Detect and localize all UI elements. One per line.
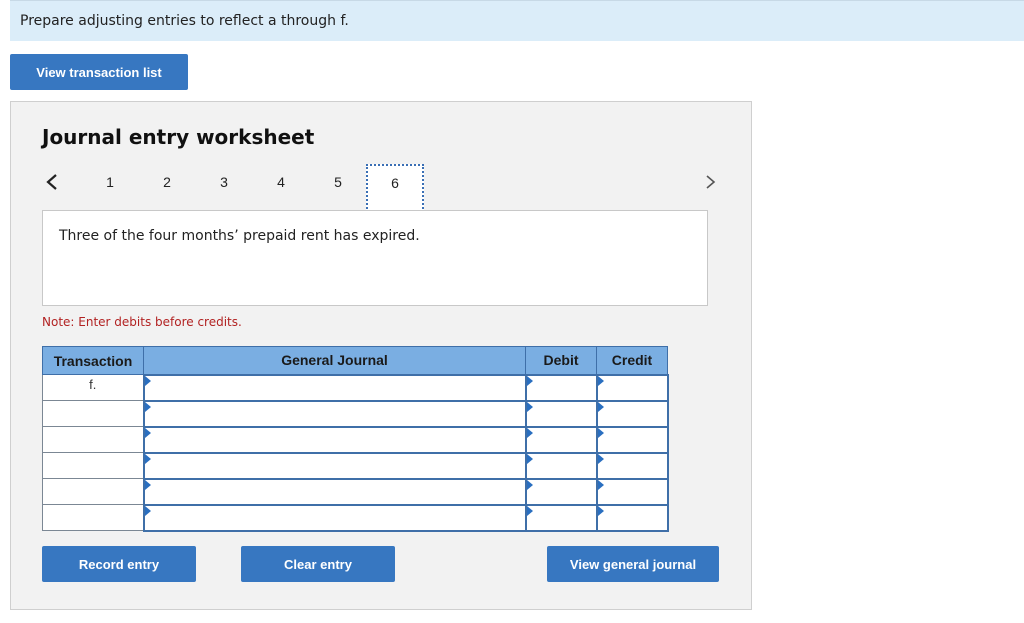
account-input[interactable] xyxy=(142,425,527,454)
transaction-cell xyxy=(42,478,144,505)
credit-input[interactable] xyxy=(595,425,669,454)
debit-input[interactable] xyxy=(524,373,598,402)
page-1[interactable]: 1 xyxy=(100,174,120,190)
transaction-cell: f. xyxy=(42,374,144,401)
worksheet-title: Journal entry worksheet xyxy=(42,125,315,149)
debit-input[interactable] xyxy=(524,399,598,428)
clear-entry-button[interactable]: Clear entry xyxy=(241,546,395,582)
transaction-description: Three of the four months’ prepaid rent h… xyxy=(59,228,420,244)
record-entry-button[interactable]: Record entry xyxy=(42,546,196,582)
transaction-cell xyxy=(42,426,144,453)
debit-input[interactable] xyxy=(524,477,598,506)
credit-input[interactable] xyxy=(595,373,669,402)
transaction-cell xyxy=(42,504,144,531)
table-row xyxy=(42,477,669,506)
table-row xyxy=(42,451,669,480)
header-general-journal: General Journal xyxy=(143,346,526,375)
credit-input[interactable] xyxy=(595,477,669,506)
transaction-cell xyxy=(42,400,144,427)
transaction-description-box: Three of the four months’ prepaid rent h… xyxy=(42,210,708,306)
page-5[interactable]: 5 xyxy=(328,174,348,190)
account-input[interactable] xyxy=(142,373,527,402)
table-row xyxy=(42,399,669,428)
table-row xyxy=(42,503,669,532)
page-6-active[interactable]: 6 xyxy=(366,164,424,212)
journal-table: Transaction General Journal Debit Credit… xyxy=(42,346,669,532)
chevron-right-icon[interactable] xyxy=(703,172,719,192)
view-transaction-list-button[interactable]: View transaction list xyxy=(10,54,188,90)
credit-input[interactable] xyxy=(595,503,669,532)
view-general-journal-button[interactable]: View general journal xyxy=(547,546,719,582)
journal-entry-worksheet: Journal entry worksheet 1 2 3 4 5 6 Thre… xyxy=(10,101,752,610)
debit-input[interactable] xyxy=(524,451,598,480)
account-input[interactable] xyxy=(142,503,527,532)
page-4[interactable]: 4 xyxy=(271,174,291,190)
header-transaction: Transaction xyxy=(42,346,144,375)
table-row xyxy=(42,425,669,454)
header-credit: Credit xyxy=(596,346,668,375)
chevron-left-icon[interactable] xyxy=(44,172,60,192)
account-input[interactable] xyxy=(142,451,527,480)
account-input[interactable] xyxy=(142,399,527,428)
account-input[interactable] xyxy=(142,477,527,506)
header-debit: Debit xyxy=(525,346,597,375)
debits-note: Note: Enter debits before credits. xyxy=(42,315,242,329)
credit-input[interactable] xyxy=(595,399,669,428)
transaction-cell xyxy=(42,452,144,479)
debit-input[interactable] xyxy=(524,425,598,454)
instruction-text: Prepare adjusting entries to reflect a t… xyxy=(20,13,349,29)
instruction-bar: Prepare adjusting entries to reflect a t… xyxy=(10,0,1024,41)
debit-input[interactable] xyxy=(524,503,598,532)
table-row: f. xyxy=(42,373,669,402)
credit-input[interactable] xyxy=(595,451,669,480)
page-2[interactable]: 2 xyxy=(157,174,177,190)
page-3[interactable]: 3 xyxy=(214,174,234,190)
